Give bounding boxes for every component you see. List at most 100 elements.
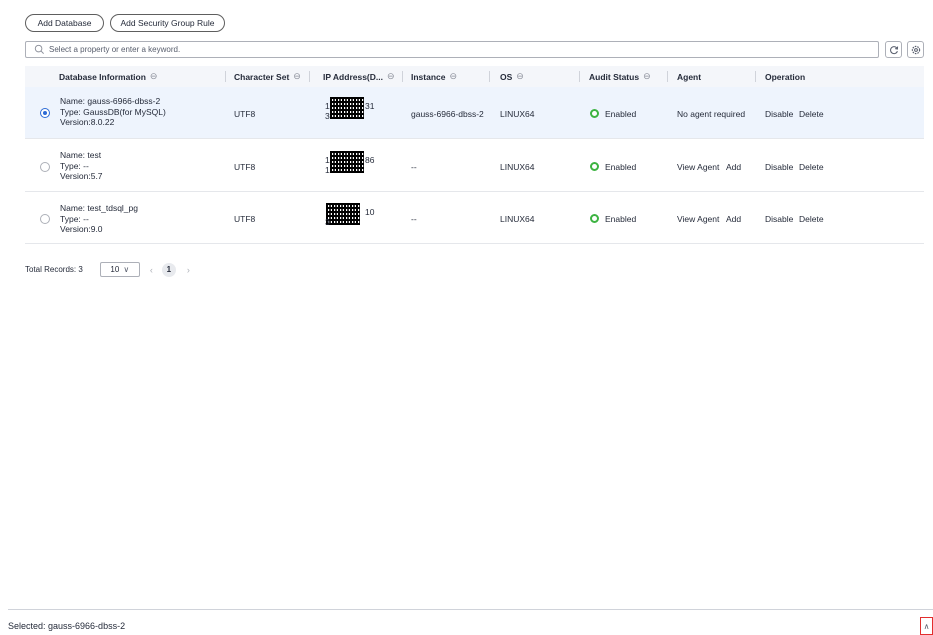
- name-label: Name:: [60, 96, 86, 106]
- audit-status: Enabled: [605, 109, 637, 119]
- page-size-select[interactable]: 10 ∨: [99, 262, 140, 277]
- ip-fragment: 3: [325, 111, 330, 121]
- column-divider: [489, 71, 490, 82]
- database-type: --: [83, 160, 89, 171]
- database-name: test_tdsql_pg: [87, 203, 138, 213]
- database-info: Name: gauss-6966-dbss-2 Type: GaussDB(fo…: [60, 96, 166, 128]
- database-version: 5.7: [90, 171, 103, 181]
- status-enabled-icon: [590, 109, 599, 118]
- search-input[interactable]: [49, 45, 809, 54]
- disable-link[interactable]: Disable: [765, 162, 793, 172]
- chevron-down-icon: ∨: [123, 265, 130, 274]
- refresh-icon: [889, 45, 898, 54]
- column-operation: Operation: [765, 66, 805, 87]
- add-agent-link[interactable]: Add: [726, 214, 741, 224]
- row-radio[interactable]: [40, 214, 50, 224]
- row-radio[interactable]: [40, 108, 50, 118]
- column-divider: [402, 71, 403, 82]
- footer-divider: [8, 609, 933, 610]
- database-info: Name: test_tdsql_pg Type: -- Version:9.0: [60, 203, 138, 235]
- database-type: --: [83, 213, 89, 224]
- column-database-information[interactable]: Database Information ⊖: [59, 66, 157, 87]
- toolbar: Add Database Add Security Group Rule: [25, 14, 225, 32]
- audit-status: Enabled: [605, 214, 637, 224]
- row-radio[interactable]: [40, 162, 50, 172]
- column-instance[interactable]: Instance ⊖: [411, 66, 457, 87]
- sort-icon[interactable]: ⊖: [516, 71, 524, 82]
- table-header: Database Information ⊖ Character Set ⊖ IP …: [25, 66, 924, 87]
- delete-link[interactable]: Delete: [799, 109, 824, 119]
- sort-icon[interactable]: ⊖: [150, 71, 158, 82]
- database-version: 8.0.22: [90, 117, 115, 127]
- view-agent-link[interactable]: View Agent: [677, 162, 719, 172]
- column-divider: [667, 71, 668, 82]
- table-row[interactable]: Name: test Type: -- Version:5.7 UTF8 1 8…: [25, 139, 924, 192]
- expand-toggle-button[interactable]: ∧: [920, 617, 933, 635]
- database-version: 9.0: [90, 224, 103, 234]
- page-number-current[interactable]: 1: [161, 262, 176, 277]
- view-agent-link[interactable]: View Agent: [677, 214, 719, 224]
- character-set: UTF8: [234, 214, 256, 224]
- pagination: Total Records: 3 10 ∨ ‹ 1 ›: [25, 262, 190, 277]
- os-value: LINUX64: [500, 109, 535, 119]
- database-name: test: [87, 150, 102, 160]
- table-row[interactable]: Name: gauss-6966-dbss-2 Type: GaussDB(fo…: [25, 87, 924, 139]
- character-set: UTF8: [234, 162, 256, 172]
- delete-link[interactable]: Delete: [799, 162, 824, 172]
- type-label: Type:: [60, 106, 81, 117]
- disable-link[interactable]: Disable: [765, 214, 793, 224]
- os-value: LINUX64: [500, 214, 535, 224]
- redaction-pattern: [326, 203, 360, 225]
- column-label: Instance: [411, 71, 446, 82]
- column-label: Audit Status: [589, 71, 640, 82]
- ip-fragment: 3: [325, 217, 330, 227]
- sort-icon[interactable]: ⊖: [293, 71, 301, 82]
- audit-status: Enabled: [605, 162, 637, 172]
- column-os[interactable]: OS ⊖: [500, 66, 524, 87]
- column-label: IP Address(D...: [323, 71, 383, 82]
- sort-icon[interactable]: ⊖: [450, 71, 458, 82]
- instance-name: gauss-6966-dbss-2: [411, 109, 484, 119]
- table-row[interactable]: Name: test_tdsql_pg Type: -- Version:9.0…: [25, 192, 924, 244]
- instance-name: --: [411, 214, 417, 224]
- column-ip-address[interactable]: IP Address(D... ⊖: [323, 66, 395, 87]
- column-divider: [309, 71, 310, 82]
- ip-fragment: 31: [365, 101, 375, 111]
- search-bar[interactable]: [25, 41, 879, 58]
- ip-fragment: 1: [325, 165, 330, 175]
- column-label: Agent: [677, 71, 702, 82]
- database-type: GaussDB(for MySQL): [83, 106, 166, 117]
- column-divider: [579, 71, 580, 82]
- refresh-button[interactable]: [885, 41, 902, 58]
- chevron-left-icon[interactable]: ‹: [150, 265, 153, 275]
- type-label: Type:: [60, 213, 81, 224]
- add-agent-link[interactable]: Add: [726, 162, 741, 172]
- database-info: Name: test Type: -- Version:5.7: [60, 150, 103, 182]
- ip-fragment: 86: [365, 155, 375, 165]
- version-label: Version:: [60, 117, 91, 127]
- delete-link[interactable]: Delete: [799, 214, 824, 224]
- chevron-right-icon[interactable]: ›: [187, 265, 190, 275]
- os-value: LINUX64: [500, 162, 535, 172]
- sort-icon[interactable]: ⊖: [643, 71, 651, 82]
- ip-fragment: 10: [365, 207, 375, 217]
- disable-link[interactable]: Disable: [765, 109, 793, 119]
- column-agent: Agent: [677, 66, 701, 87]
- redaction-pattern: [330, 97, 364, 119]
- column-label: Operation: [765, 71, 806, 82]
- sort-icon[interactable]: ⊖: [387, 71, 395, 82]
- column-audit-status[interactable]: Audit Status ⊖: [589, 66, 651, 87]
- add-security-group-rule-button[interactable]: Add Security Group Rule: [110, 14, 225, 32]
- database-list-page: Add Database Add Security Group Rule Dat…: [0, 0, 933, 635]
- column-character-set[interactable]: Character Set ⊖: [234, 66, 301, 87]
- column-label: Character Set: [234, 71, 290, 82]
- settings-button[interactable]: [907, 41, 924, 58]
- add-database-button[interactable]: Add Database: [25, 14, 104, 32]
- column-label: OS: [500, 71, 513, 82]
- database-name: gauss-6966-dbss-2: [87, 96, 161, 106]
- name-label: Name:: [60, 203, 86, 213]
- character-set: UTF8: [234, 109, 256, 119]
- gear-icon: [911, 45, 920, 54]
- search-icon: [34, 44, 44, 54]
- chevron-up-icon: ∧: [923, 621, 930, 631]
